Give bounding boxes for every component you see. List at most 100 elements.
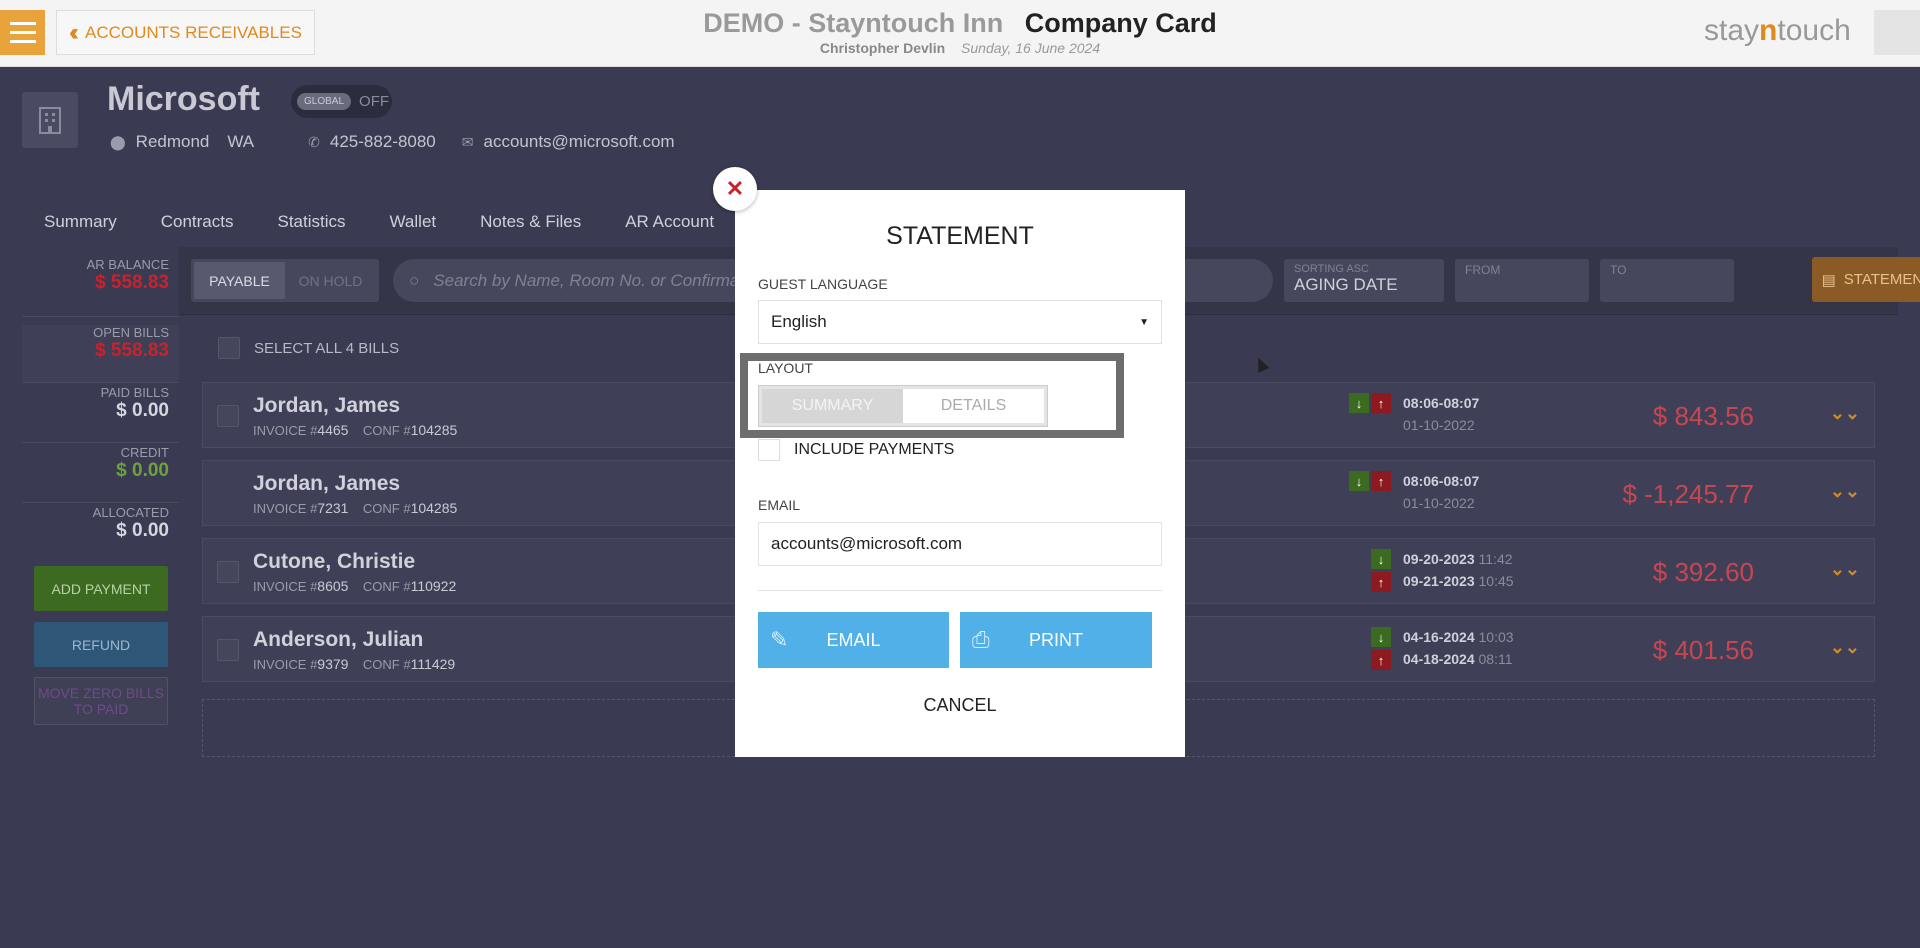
bill-checkbox[interactable] [217,405,239,427]
company-city: Redmond [135,132,210,151]
global-state: OFF [359,93,390,110]
guest-name: Jordan, James [253,472,401,495]
select-all-bills[interactable]: SELECT ALL 4 BILLS [218,337,399,359]
payable-on-hold-toggle: PAYABLE ON HOLD [191,259,379,302]
select-all-checkbox[interactable] [218,337,240,359]
company-name: Microsoft [107,80,260,118]
page-title: Company Card [1024,8,1217,38]
guest-name: Jordan, James [253,394,401,417]
company-contact-info: ⬤ Redmond WA ✆ 425-882-8080 ✉ accounts@m… [110,132,675,152]
bill-checkbox[interactable] [217,561,239,583]
pen-icon: ✎ [770,627,789,652]
statement-button[interactable]: ▤ STATEMENT [1812,257,1920,302]
page-header: DEMO - Stayntouch Inn Company Card Chris… [0,8,1920,56]
global-label: GLOBAL [297,93,352,110]
company-email: accounts@microsoft.com [483,132,675,151]
balance-sidebar: AR BALANCE $ 558.83 OPEN BILLS $ 558.83 … [22,247,179,925]
arrow-down-icon: ↓ [1371,549,1391,569]
email-icon: ✉ [461,133,474,150]
guest-name: Anderson, Julian [253,628,424,651]
tab-summary[interactable]: Summary [22,197,139,247]
tab-statistics[interactable]: Statistics [255,197,367,247]
arrow-up-icon: ↑ [1371,650,1391,670]
bill-amount: $ 843.56 [1652,401,1754,431]
activity-button[interactable] [1874,10,1920,55]
company-state: WA [227,132,255,151]
paid-bills[interactable]: PAID BILLS $ 0.00 [22,385,179,443]
stayntouch-logo: stayntouch [1704,14,1851,47]
invoice-info: INVOICE #4465 CONF #104285 [253,422,458,438]
close-icon[interactable]: ✕ [713,167,757,211]
open-bills[interactable]: OPEN BILLS $ 558.83 [22,325,179,383]
email-button[interactable]: ✎ EMAIL [758,612,949,668]
from-date-picker[interactable]: FROM [1455,259,1589,302]
top-bar: ‹‹ ACCOUNTS RECEIVABLES DEMO - Stayntouc… [0,0,1920,67]
building-icon [22,92,78,148]
statement-modal: STATEMENT GUEST LANGUAGE English ▼ LAYOU… [735,190,1185,757]
arrival-date: 09-20-2023 11:42 [1403,551,1513,567]
document-icon: ▤ [1821,271,1836,289]
layout-summary-option[interactable]: SUMMARY [762,389,903,423]
caret-down-icon: ▼ [1139,316,1149,328]
invoice-info: INVOICE #9379 CONF #111429 [253,656,456,672]
company-card-tabs: Summary Contracts Statistics Wallet Note… [22,197,736,247]
phone-icon: ✆ [308,133,320,150]
layout-details-option[interactable]: DETAILS [903,389,1044,423]
bill-checkbox[interactable] [217,639,239,661]
cancel-button[interactable]: CANCEL [735,695,1185,716]
tab-contracts[interactable]: Contracts [139,197,256,247]
tab-wallet[interactable]: Wallet [368,197,459,247]
user-name: Christopher Devlin [819,40,946,56]
payable-tab[interactable]: PAYABLE [194,262,285,299]
stay-dates: 08:06-08:07 [1403,473,1480,489]
on-hold-tab[interactable]: ON HOLD [285,262,376,299]
allocated[interactable]: ALLOCATED $ 0.00 [22,505,179,563]
printer-icon: ⎙ [972,627,990,652]
expand-chevron-icon[interactable]: ⌄⌄ [1830,559,1860,580]
refund-button[interactable]: REFUND [34,622,168,667]
guest-language-select[interactable]: English ▼ [758,300,1162,344]
layout-toggle: SUMMARY DETAILS [758,385,1048,427]
invoice-info: INVOICE #8605 CONF #110922 [253,578,457,594]
to-date-picker[interactable]: TO [1600,259,1734,302]
guest-name: Cutone, Christie [253,550,416,573]
departure-date: 04-18-2024 08:11 [1403,651,1513,667]
add-payment-button[interactable]: ADD PAYMENT [34,566,168,611]
expand-chevron-icon[interactable]: ⌄⌄ [1830,637,1860,658]
include-payments-checkbox[interactable]: INCLUDE PAYMENTS [758,439,954,461]
bill-date: 01-10-2022 [1403,417,1475,433]
tab-ar-account[interactable]: AR Account [603,197,736,247]
departure-date: 09-21-2023 10:45 [1403,573,1514,589]
business-date: Sunday, 16 June 2024 [961,40,1101,56]
tab-notes-files[interactable]: Notes & Files [458,197,603,247]
company-phone: 425-882-8080 [329,132,436,151]
arrow-up-icon: ↑ [1371,572,1391,592]
bill-amount: $ 392.60 [1652,557,1754,587]
search-placeholder: Search by Name, Room No. or Confirmati [433,270,748,290]
bill-date: 01-10-2022 [1403,495,1475,511]
stay-dates: 08:06-08:07 [1403,395,1480,411]
bill-amount: $ -1,245.77 [1622,479,1754,509]
search-icon: ○ [409,270,420,290]
arrow-up-icon: ↑ [1371,471,1391,491]
email-field[interactable]: accounts@microsoft.com [758,522,1162,566]
move-zero-bills-button[interactable]: MOVE ZERO BILLS TO PAID [34,677,168,725]
invoice-info: INVOICE #7231 CONF #104285 [253,500,458,516]
modal-title: STATEMENT [886,222,1034,250]
checkbox[interactable] [758,439,780,461]
email-label: EMAIL [758,497,801,513]
arrival-date: 04-16-2024 10:03 [1403,629,1514,645]
expand-chevron-icon[interactable]: ⌄⌄ [1830,403,1860,424]
arrow-down-icon: ↓ [1349,471,1369,491]
global-toggle[interactable]: GLOBAL OFF [291,85,392,118]
print-button[interactable]: ⎙ PRINT [960,612,1152,668]
arrow-up-icon: ↑ [1371,393,1391,413]
arrow-down-icon: ↓ [1349,393,1369,413]
credit: CREDIT $ 0.00 [22,445,179,503]
divider [758,590,1162,591]
hotel-name: DEMO - Stayntouch Inn [703,8,1004,38]
sorting-select[interactable]: SORTING ASC AGING DATE [1284,259,1444,302]
location-pin-icon: ⬤ [110,133,126,150]
arrow-down-icon: ↓ [1371,627,1391,647]
expand-chevron-icon[interactable]: ⌄⌄ [1830,481,1860,502]
